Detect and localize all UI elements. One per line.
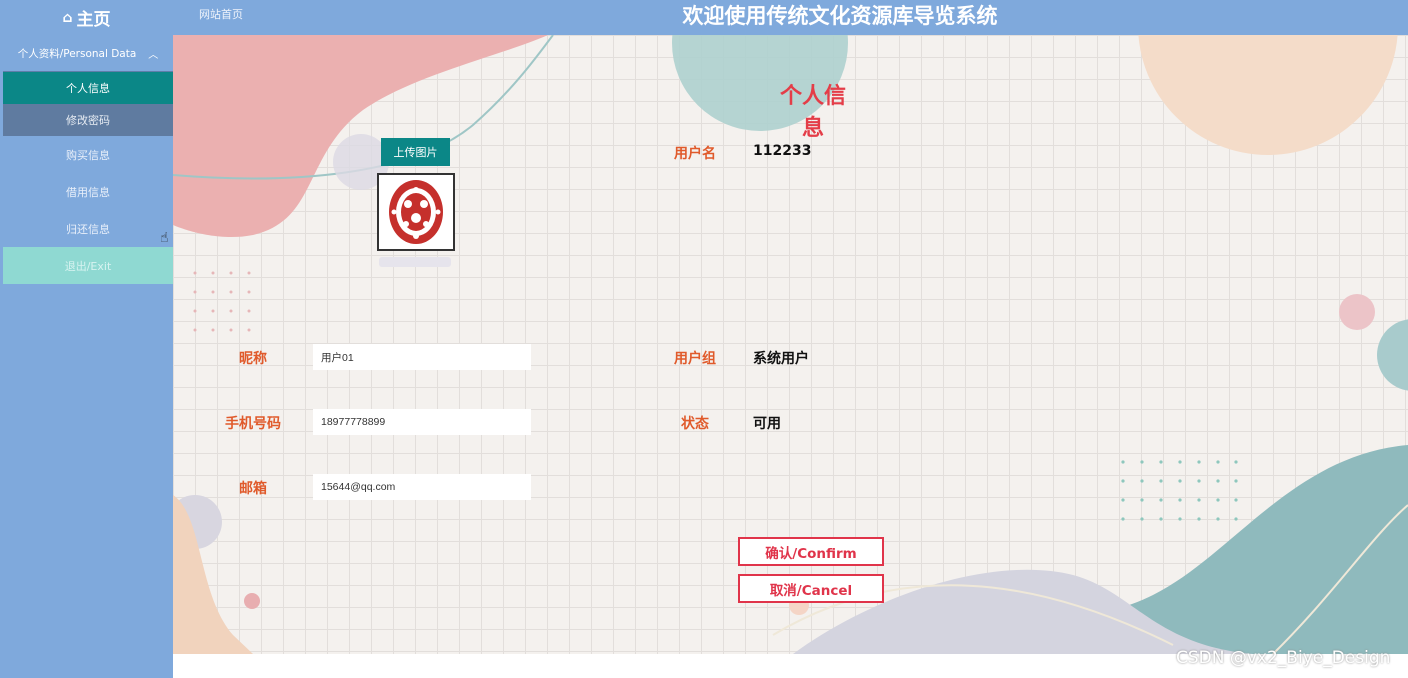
- profile-title: 个人信息: [779, 84, 846, 141]
- home-link[interactable]: ⌂ 主页: [0, 0, 173, 35]
- user-group-value: 系统用户: [753, 351, 809, 367]
- cancel-button[interactable]: 取消/Cancel: [738, 574, 884, 603]
- sidebar-item-profile[interactable]: 个人信息: [3, 72, 173, 104]
- sidebar-item-change-password[interactable]: 修改密码: [3, 104, 173, 136]
- sidebar-item-returns[interactable]: 归还信息: [3, 210, 173, 247]
- sidebar-item-borrowing[interactable]: 借用信息: [3, 173, 173, 210]
- chevron-up-icon: ︿: [148, 50, 159, 61]
- csdn-watermark: CSDN @vx2_Biye_Design: [1176, 648, 1391, 668]
- nickname-input[interactable]: [313, 344, 531, 370]
- status-label: 状态: [681, 416, 709, 432]
- confirm-button[interactable]: 确认/Confirm: [738, 537, 884, 566]
- status-value: 可用: [753, 416, 781, 432]
- sidebar-item-exit[interactable]: 退出/Exit: [3, 247, 173, 284]
- home-icon: ⌂: [62, 9, 73, 26]
- sidebar: 个人资料/Personal Data ︿ 个人信息 修改密码 购买信息 借用信息…: [0, 35, 173, 678]
- top-bar: ⌂ 主页 网站首页 欢迎使用传统文化资源库导览系统: [0, 0, 1408, 35]
- page-title: 欢迎使用传统文化资源库导览系统: [682, 4, 998, 28]
- email-input[interactable]: [313, 474, 531, 500]
- username-label: 用户名: [674, 146, 716, 162]
- avatar-image[interactable]: [377, 173, 455, 251]
- papercut-avatar-icon: [389, 180, 443, 244]
- avatar-shadow: [379, 257, 451, 267]
- site-home-link[interactable]: 网站首页: [199, 6, 243, 22]
- user-group-label: 用户组: [674, 351, 716, 367]
- username-value: 112233: [753, 143, 812, 159]
- email-label: 邮箱: [239, 481, 267, 497]
- nickname-label: 昵称: [239, 351, 267, 367]
- phone-label: 手机号码: [225, 416, 281, 432]
- hand-cursor-icon: ☝: [160, 230, 169, 246]
- main-panel: 个人信息 上传图片 用户名 112233 昵称 手机号码 邮箱 用户组 系统用户…: [173, 35, 1408, 654]
- sidebar-group-personal-data[interactable]: 个人资料/Personal Data ︿: [3, 36, 173, 74]
- home-label: 主页: [76, 10, 111, 30]
- phone-input[interactable]: [313, 409, 531, 435]
- upload-image-button[interactable]: 上传图片: [381, 138, 450, 166]
- sidebar-group-label: 个人资料/Personal Data: [17, 48, 137, 60]
- sidebar-item-purchases[interactable]: 购买信息: [3, 136, 173, 173]
